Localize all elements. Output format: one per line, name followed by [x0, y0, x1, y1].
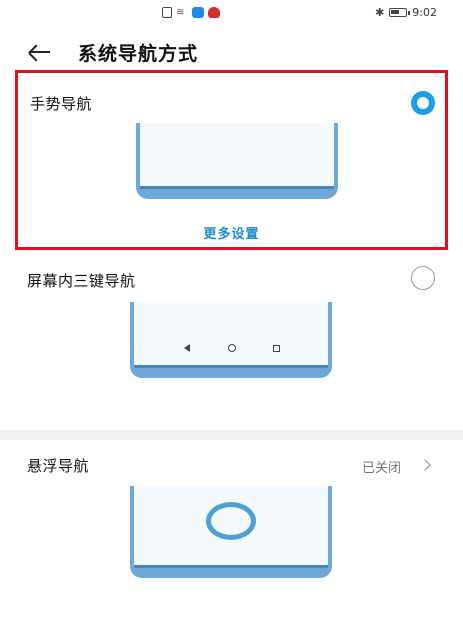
app-huawei-icon [208, 7, 220, 18]
floating-ball-icon [206, 502, 256, 540]
status-icons-group: ≋ [162, 7, 220, 18]
home-circle-icon [228, 344, 236, 352]
more-settings-link[interactable]: 更多设置 [18, 223, 445, 242]
notification-icon [162, 7, 172, 18]
section-divider [0, 430, 463, 440]
page-title: 系统导航方式 [78, 43, 199, 65]
gesture-navigation-option[interactable]: 手势导航 更多设置 [15, 70, 448, 250]
back-triangle-icon [184, 344, 190, 352]
option-label-three-key: 屏幕内三键导航 [27, 272, 136, 290]
battery-icon [389, 8, 411, 17]
bluetooth-icon: ✱ [375, 6, 385, 19]
recent-square-icon [273, 345, 280, 352]
floating-phone-illustration [130, 486, 332, 578]
status-time: 9:02 [412, 6, 437, 19]
arrow-left-icon[interactable] [26, 38, 56, 66]
option-label-gesture: 手势导航 [30, 95, 93, 113]
gesture-radio-button[interactable] [411, 91, 435, 115]
option-label-floating: 悬浮导航 [27, 457, 90, 475]
status-bar: ≋ ✱ 9:02 [0, 0, 463, 28]
chevron-right-icon[interactable] [419, 459, 431, 471]
battery-fill [391, 10, 400, 14]
floating-status-text[interactable]: 已关闭 [362, 457, 401, 476]
status-right-group: ✱ 9:02 [375, 6, 437, 19]
app-blue-icon [192, 7, 204, 18]
gesture-phone-illustration [136, 123, 338, 199]
header: 系统导航方式 [0, 36, 463, 70]
three-key-radio-button[interactable] [411, 266, 435, 290]
three-key-phone-illustration [130, 302, 332, 378]
wifi-icon: ≋ [176, 7, 185, 18]
